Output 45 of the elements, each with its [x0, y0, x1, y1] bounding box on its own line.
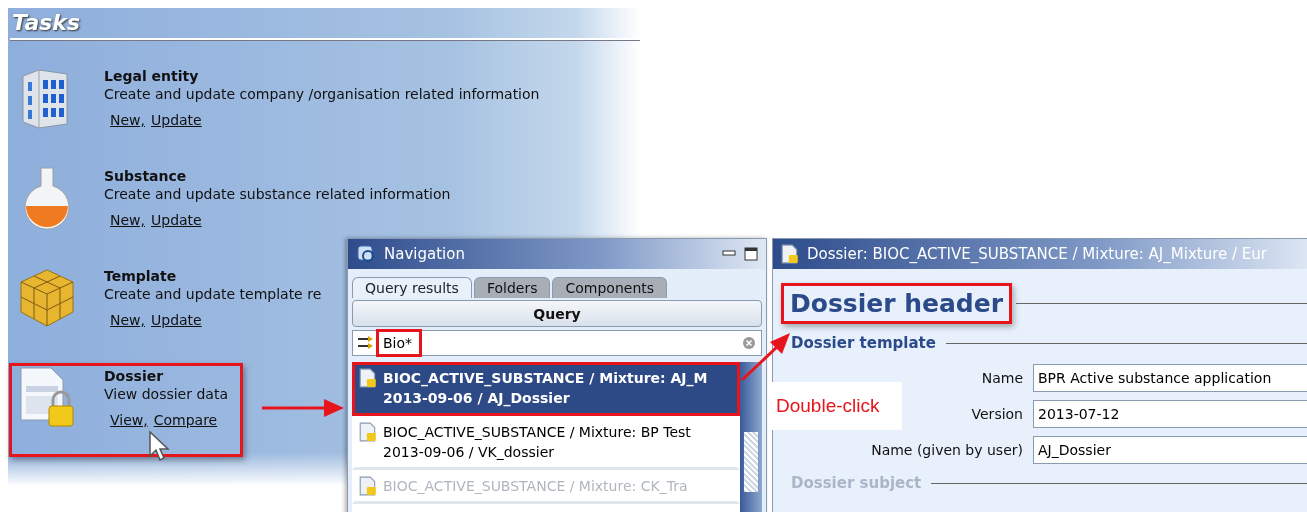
- locked-document-icon: [781, 244, 799, 264]
- clear-icon[interactable]: [742, 336, 756, 350]
- query-button[interactable]: Query: [352, 300, 762, 327]
- text-field[interactable]: 2013-07-12: [1033, 400, 1307, 428]
- task-description: Create and update template re: [104, 286, 322, 302]
- maximize-icon[interactable]: [744, 247, 758, 261]
- result-item[interactable]: BIOC_ACTIVE_SUBSTANCE / Mixture: AJ_M 2013-09-06 / AJ_Dossier: [352, 362, 740, 416]
- task-link[interactable]: New,: [110, 312, 145, 328]
- tab[interactable]: Query results: [352, 277, 472, 298]
- tab[interactable]: Components: [552, 277, 668, 298]
- task-link[interactable]: New,: [110, 212, 145, 228]
- task-link[interactable]: Update: [151, 312, 202, 328]
- text-field[interactable]: BPR Active substance application: [1033, 364, 1307, 392]
- section-title: Dossier subject: [791, 474, 922, 492]
- field-label: Version: [970, 406, 1023, 422]
- locked-document-icon: [359, 476, 377, 496]
- filter-icon: [357, 335, 375, 351]
- task-description: Create and update substance related information: [104, 186, 451, 202]
- navigation-icon: [356, 244, 376, 264]
- section-heading: Dossier header: [781, 283, 1013, 324]
- task-link[interactable]: New,: [110, 112, 145, 128]
- task-description: View dossier data: [104, 386, 228, 402]
- panel-title: Tasks: [11, 9, 82, 37]
- scrollbar[interactable]: [740, 362, 762, 512]
- task-link[interactable]: Update: [151, 212, 202, 228]
- section-title: Dossier template: [791, 334, 936, 352]
- window-title: Navigation: [384, 245, 465, 263]
- field-label: Name (given by user): [870, 442, 1023, 458]
- task-title: Dossier: [104, 368, 165, 384]
- task-link[interactable]: View,: [110, 412, 148, 428]
- tab[interactable]: Folders: [473, 277, 551, 298]
- task-link[interactable]: Update: [151, 112, 202, 128]
- task-title: Substance: [104, 168, 188, 184]
- window-title: Dossier: BIOC_ACTIVE_SUBSTANCE / Mixture: AJ_Mixture / Eur: [807, 245, 1267, 263]
- search-field[interactable]: Bio*: [352, 330, 762, 356]
- field-label: Name: [980, 370, 1023, 386]
- text-field[interactable]: AJ_Dossier: [1033, 436, 1307, 464]
- mouse-cursor-icon: [148, 430, 170, 462]
- arrow: [740, 333, 790, 382]
- locked-document-icon: [359, 422, 377, 442]
- locked-document-icon: [359, 368, 377, 388]
- task-title: Legal entity: [104, 68, 200, 84]
- task-title: Template: [104, 268, 178, 284]
- task-link[interactable]: Compare: [153, 412, 218, 428]
- task-description: Create and update company /organisation related information: [104, 86, 540, 102]
